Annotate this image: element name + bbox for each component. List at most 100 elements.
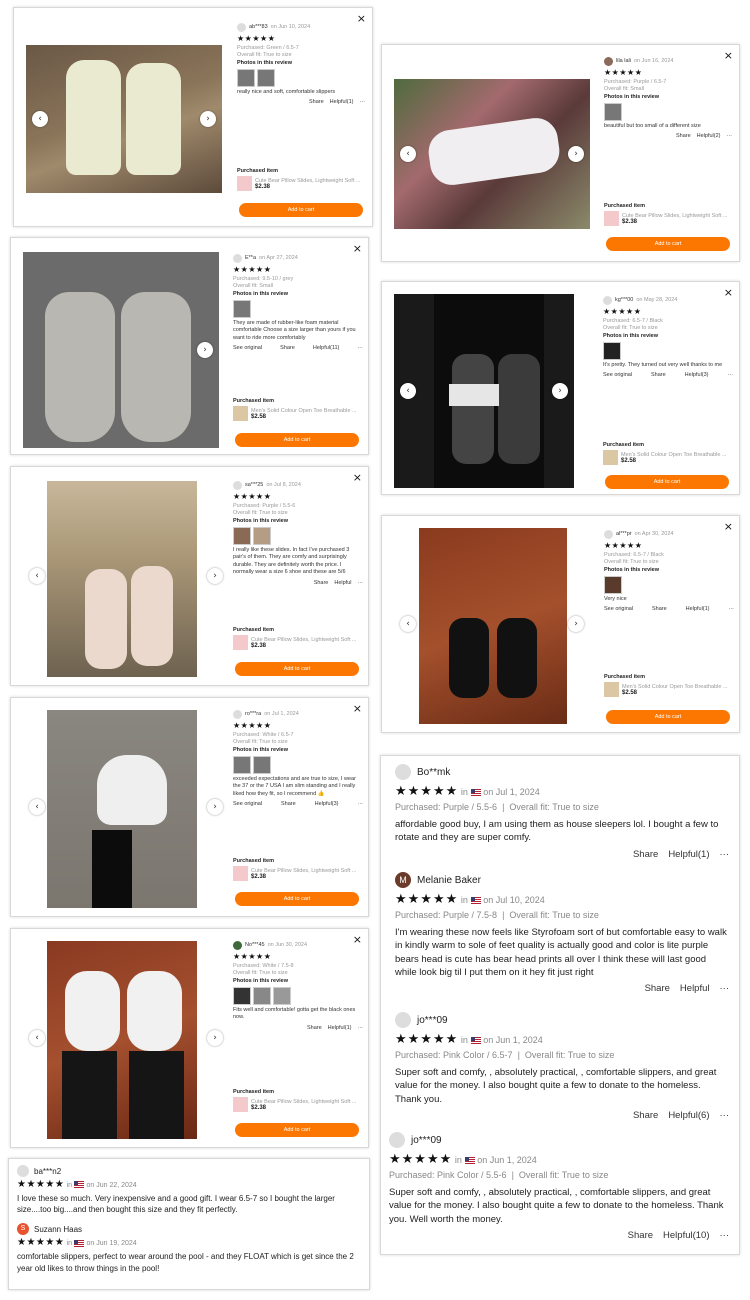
product-name[interactable]: Cute Bear Pillow Slides, Lightweight Sof… [622, 213, 732, 219]
photo-thumbnail[interactable] [603, 342, 621, 361]
product-name[interactable]: Men's Solid Colour Open Toe Breathable .… [621, 452, 731, 458]
product-image[interactable] [604, 211, 619, 226]
prev-photo-button[interactable]: ‹ [32, 111, 48, 127]
more-icon[interactable]: ··· [358, 580, 364, 587]
next-photo-button[interactable]: › [207, 1030, 223, 1046]
photos-heading: Photos in this review [233, 977, 289, 984]
photo-thumbnail[interactable] [233, 527, 251, 546]
add-to-cart-button[interactable]: Add to cart [235, 1123, 359, 1137]
star-rating: ★★★★★ [395, 1032, 459, 1047]
photo-thumbnail[interactable] [273, 987, 291, 1006]
product-name[interactable]: Cute Bear Pillow Slides, Lightweight Sof… [251, 637, 361, 643]
product-image[interactable] [603, 450, 618, 465]
photo-thumbnail[interactable] [257, 69, 275, 88]
next-photo-button[interactable]: › [568, 146, 584, 162]
share-button[interactable]: Share [281, 801, 296, 808]
next-photo-button[interactable]: › [200, 111, 216, 127]
share-button[interactable]: Share [633, 849, 658, 860]
helpful-button[interactable]: Helpful(11) [313, 345, 340, 352]
more-icon[interactable]: ··· [720, 1230, 730, 1241]
photo-thumbnail[interactable] [253, 527, 271, 546]
more-icon[interactable]: ··· [728, 606, 734, 613]
helpful-button[interactable]: Helpful [680, 983, 710, 994]
product-image[interactable] [233, 635, 248, 650]
next-photo-button[interactable]: › [207, 799, 223, 815]
product-name[interactable]: Men's Solid Colour Open Toe Breathable .… [622, 684, 732, 690]
product-image[interactable] [237, 176, 252, 191]
share-button[interactable]: Share [314, 580, 329, 587]
share-button[interactable]: Share [628, 1230, 653, 1241]
photo-thumbnail[interactable] [604, 103, 622, 122]
more-icon[interactable]: ··· [357, 345, 363, 352]
add-to-cart-button[interactable]: Add to cart [239, 203, 363, 217]
helpful-button[interactable]: Helpful(6) [668, 1110, 709, 1121]
see-original-button[interactable]: See original [604, 606, 633, 613]
more-icon[interactable]: ··· [720, 1110, 730, 1121]
more-icon[interactable]: ··· [360, 99, 366, 106]
helpful-button[interactable]: Helpful(1) [330, 99, 354, 106]
see-original-button[interactable]: See original [233, 801, 262, 808]
next-photo-button[interactable]: › [207, 568, 223, 584]
photo-thumbnail[interactable] [253, 987, 271, 1006]
share-button[interactable]: Share [633, 1110, 658, 1121]
share-button[interactable]: Share [307, 1025, 322, 1032]
prev-photo-button[interactable]: ‹ [29, 1030, 45, 1046]
photo-thumbnail[interactable] [253, 756, 271, 775]
product-name[interactable]: Men's Solid Colour Open Toe Breathable .… [251, 408, 361, 414]
next-photo-button[interactable]: › [568, 616, 584, 632]
share-button[interactable]: Share [280, 345, 295, 352]
product-image[interactable] [604, 682, 619, 697]
overall-fit: Overall fit: Small [233, 283, 274, 290]
helpful-button[interactable]: Helpful(10) [663, 1230, 709, 1241]
helpful-button[interactable]: Helpful(2) [697, 133, 721, 140]
add-to-cart-button[interactable]: Add to cart [235, 662, 359, 676]
add-to-cart-button[interactable]: Add to cart [235, 433, 359, 447]
product-image[interactable] [233, 1097, 248, 1112]
photo-thumbnail[interactable] [233, 300, 251, 319]
share-button[interactable]: Share [652, 606, 667, 613]
more-icon[interactable]: ··· [358, 1025, 364, 1032]
review-date: on Jun 1, 2024 [477, 1155, 537, 1165]
next-photo-button[interactable]: › [197, 342, 213, 358]
see-original-button[interactable]: See original [603, 372, 632, 379]
add-to-cart-button[interactable]: Add to cart [606, 237, 730, 251]
prev-photo-button[interactable]: ‹ [29, 799, 45, 815]
review-date: on Jun 1, 2024 [483, 1035, 543, 1045]
prev-photo-button[interactable]: ‹ [29, 568, 45, 584]
helpful-button[interactable]: Helpful(3) [315, 801, 339, 808]
add-to-cart-button[interactable]: Add to cart [235, 892, 359, 906]
product-image[interactable] [233, 866, 248, 881]
photo-thumbnail[interactable] [604, 576, 622, 595]
product-name[interactable]: Cute Bear Pillow Slides, Lightweight Sof… [255, 178, 365, 184]
more-icon[interactable]: ··· [727, 133, 733, 140]
photo-thumbnail[interactable] [237, 69, 255, 88]
prev-photo-button[interactable]: ‹ [400, 383, 416, 399]
share-button[interactable]: Share [309, 99, 324, 106]
more-icon[interactable]: ··· [720, 983, 730, 994]
helpful-button[interactable]: Helpful(1) [328, 1025, 352, 1032]
helpful-button[interactable]: Helpful(1) [668, 849, 709, 860]
us-flag-icon [74, 1239, 85, 1247]
see-original-button[interactable]: See original [233, 345, 262, 352]
prev-photo-button[interactable]: ‹ [400, 616, 416, 632]
more-icon[interactable]: ··· [720, 849, 730, 860]
product-name[interactable]: Cute Bear Pillow Slides, Lightweight Sof… [251, 1099, 361, 1105]
helpful-button[interactable]: Helpful(3) [685, 372, 709, 379]
add-to-cart-button[interactable]: Add to cart [605, 475, 729, 489]
next-photo-button[interactable]: › [552, 383, 568, 399]
photo-thumbnail[interactable] [233, 987, 251, 1006]
prev-photo-button[interactable]: ‹ [400, 146, 416, 162]
share-button[interactable]: Share [676, 133, 691, 140]
product-name[interactable]: Cute Bear Pillow Slides, Lightweight Sof… [251, 868, 361, 874]
helpful-button[interactable]: Helpful [334, 580, 351, 587]
share-button[interactable]: Share [645, 983, 670, 994]
helpful-button[interactable]: Helpful(1) [686, 606, 710, 613]
more-icon[interactable]: ··· [357, 801, 363, 808]
product-image[interactable] [233, 406, 248, 421]
star-rating: ★★★★★ [395, 784, 459, 799]
share-button[interactable]: Share [651, 372, 666, 379]
purchased-variant: Purchased: 6.5-7 / Black [604, 551, 664, 558]
add-to-cart-button[interactable]: Add to cart [606, 710, 730, 724]
photo-thumbnail[interactable] [233, 756, 251, 775]
more-icon[interactable]: ··· [727, 372, 733, 379]
